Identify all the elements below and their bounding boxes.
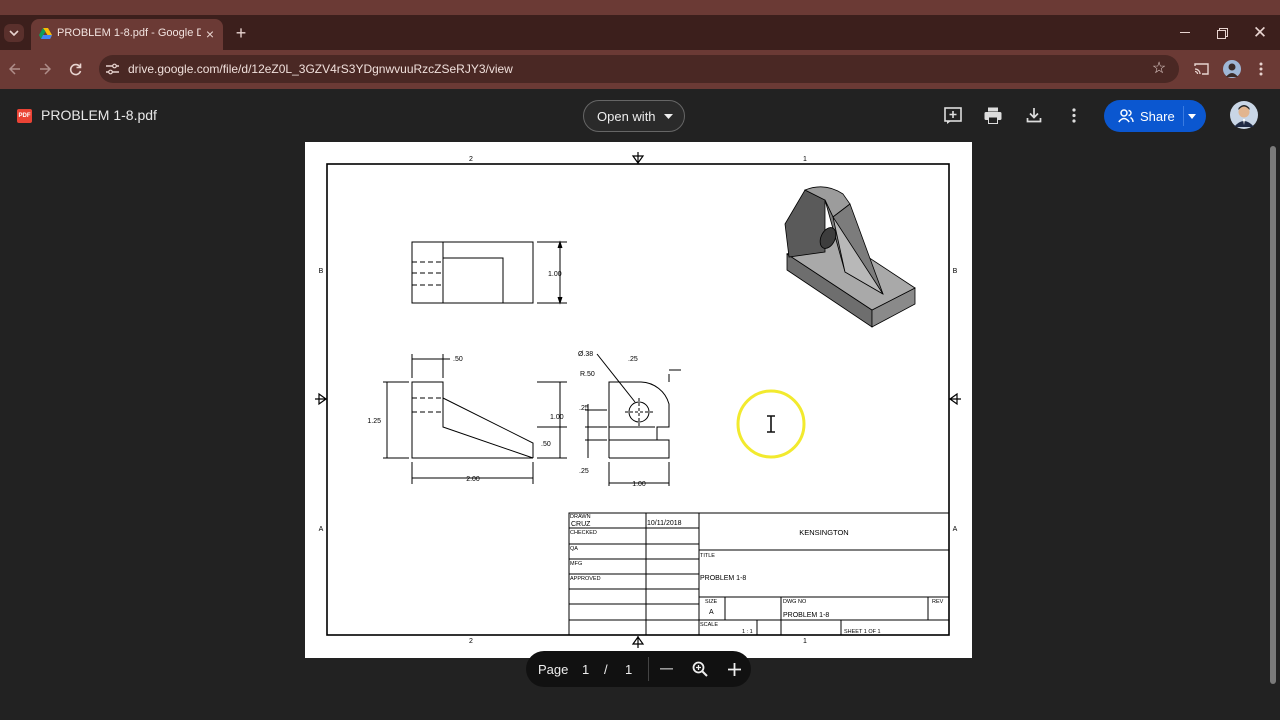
- restore-icon[interactable]: [1213, 25, 1231, 41]
- zoom-out-icon[interactable]: [660, 668, 673, 670]
- dimension-label: .50: [453, 356, 463, 363]
- engineering-drawing: 2 1 B A B A 2 1 1.00 .50 1.25 1.00 .50 2…: [315, 152, 961, 648]
- dimension-label: .25: [579, 468, 589, 475]
- pdf-viewer: PDF PROBLEM 1-8.pdf Open with Share 2 1 …: [0, 89, 1280, 720]
- scrollbar[interactable]: [1270, 146, 1276, 684]
- zone-label: A: [953, 526, 958, 533]
- page-label: Page: [538, 662, 569, 677]
- forward-icon[interactable]: [36, 61, 54, 77]
- menu-icon[interactable]: [1253, 61, 1269, 77]
- minimize-icon[interactable]: [1176, 25, 1194, 41]
- site-info-icon[interactable]: [104, 61, 120, 77]
- isometric-view: [784, 186, 916, 328]
- dimension-label: .25: [628, 356, 638, 363]
- zone-label: 1: [803, 638, 807, 645]
- title-field-value: A: [709, 609, 714, 616]
- file-name: PROBLEM 1-8.pdf: [41, 107, 157, 123]
- title-field-value: PROBLEM 1-8: [783, 612, 829, 619]
- title-field-value: 10/11/2018: [647, 520, 682, 527]
- print-icon[interactable]: [984, 107, 1002, 124]
- page-controls: Page 1 / 1: [526, 651, 751, 687]
- title-field-label: APPROVED: [570, 576, 601, 582]
- pdf-file-icon: PDF: [17, 109, 32, 123]
- title-field-label: TITLE: [700, 553, 715, 559]
- dimension-label: 2.00: [466, 476, 480, 483]
- dimension-label: R.50: [580, 371, 595, 378]
- zone-label: B: [953, 268, 958, 275]
- title-field-value: 1 : 1: [742, 629, 753, 635]
- share-dropdown-icon[interactable]: [1188, 114, 1196, 119]
- title-field-label: SCALE: [700, 622, 718, 628]
- reload-icon[interactable]: [66, 61, 84, 77]
- title-field-label: REV: [932, 599, 944, 605]
- dimension-label: 1.00: [550, 414, 564, 421]
- title-field-value: SHEET 1 OF 1: [844, 629, 881, 635]
- zone-label: 2: [469, 638, 473, 645]
- title-field-label: DRAWN: [570, 514, 591, 520]
- close-icon[interactable]: ×: [203, 27, 217, 41]
- chevron-down-icon: [664, 114, 673, 119]
- page-separator: /: [604, 662, 608, 677]
- new-tab-icon[interactable]: +: [232, 24, 250, 42]
- open-with-button[interactable]: Open with: [583, 100, 685, 132]
- address-bar[interactable]: drive.google.com/file/d/12eZ0L_3GZV4rS3Y…: [99, 55, 1179, 83]
- title-field-label: QA: [570, 546, 578, 552]
- avatar[interactable]: [1230, 101, 1258, 129]
- front-view: [383, 354, 567, 484]
- dimension-label: 1.00: [632, 481, 646, 488]
- tab-title: PROBLEM 1-8.pdf - Google Drive: [57, 27, 201, 39]
- open-with-label: Open with: [597, 109, 656, 124]
- page-total: 1: [625, 662, 633, 677]
- zone-label: B: [319, 268, 324, 275]
- dimension-label: 1.00: [548, 271, 562, 278]
- more-icon[interactable]: [1072, 108, 1076, 123]
- cursor-highlight: [736, 389, 806, 459]
- back-icon[interactable]: [6, 61, 24, 77]
- share-label: Share: [1140, 109, 1175, 124]
- zoom-in-icon[interactable]: [728, 663, 741, 676]
- url-text: drive.google.com/file/d/12eZ0L_3GZV4rS3Y…: [128, 62, 513, 76]
- zoom-icon[interactable]: [692, 661, 708, 677]
- title-field-label: MFG: [570, 561, 582, 567]
- title-block: [568, 512, 950, 636]
- title-field-value: CRUZ: [571, 521, 591, 528]
- dimension-label: .50: [541, 441, 551, 448]
- zone-label: A: [319, 526, 324, 533]
- dimension-label: Ø.38: [578, 351, 593, 358]
- company-name: KENSINGTON: [799, 528, 848, 537]
- zone-label: 1: [803, 156, 807, 163]
- cast-icon[interactable]: [1192, 61, 1210, 77]
- browser-chrome: PROBLEM 1-8.pdf - Google Drive × + ✕ dri…: [0, 0, 1280, 89]
- top-view: [411, 240, 567, 305]
- share-button[interactable]: Share: [1104, 100, 1206, 132]
- zone-label: 2: [469, 156, 473, 163]
- window-close-icon[interactable]: ✕: [1251, 24, 1269, 41]
- tab-list-icon[interactable]: [4, 24, 24, 42]
- people-icon: [1118, 109, 1134, 123]
- title-field-label: DWG NO: [783, 599, 807, 605]
- drawing-title: PROBLEM 1-8: [700, 575, 746, 582]
- pdf-page: 2 1 B A B A 2 1 1.00 .50 1.25 1.00 .50 2…: [305, 142, 972, 658]
- side-view: [585, 353, 681, 486]
- title-field-label: SIZE: [705, 599, 718, 605]
- dimension-label: 1.25: [367, 418, 381, 425]
- drive-favicon: [39, 28, 52, 39]
- add-comment-icon[interactable]: [944, 107, 962, 125]
- profile-icon[interactable]: [1223, 60, 1241, 78]
- star-icon[interactable]: ☆: [1151, 61, 1167, 77]
- browser-tab[interactable]: PROBLEM 1-8.pdf - Google Drive ×: [31, 19, 223, 50]
- dimension-label: .25: [579, 405, 589, 412]
- download-icon[interactable]: [1026, 107, 1042, 123]
- title-field-label: CHECKED: [570, 530, 597, 536]
- page-number-input[interactable]: 1: [582, 662, 589, 677]
